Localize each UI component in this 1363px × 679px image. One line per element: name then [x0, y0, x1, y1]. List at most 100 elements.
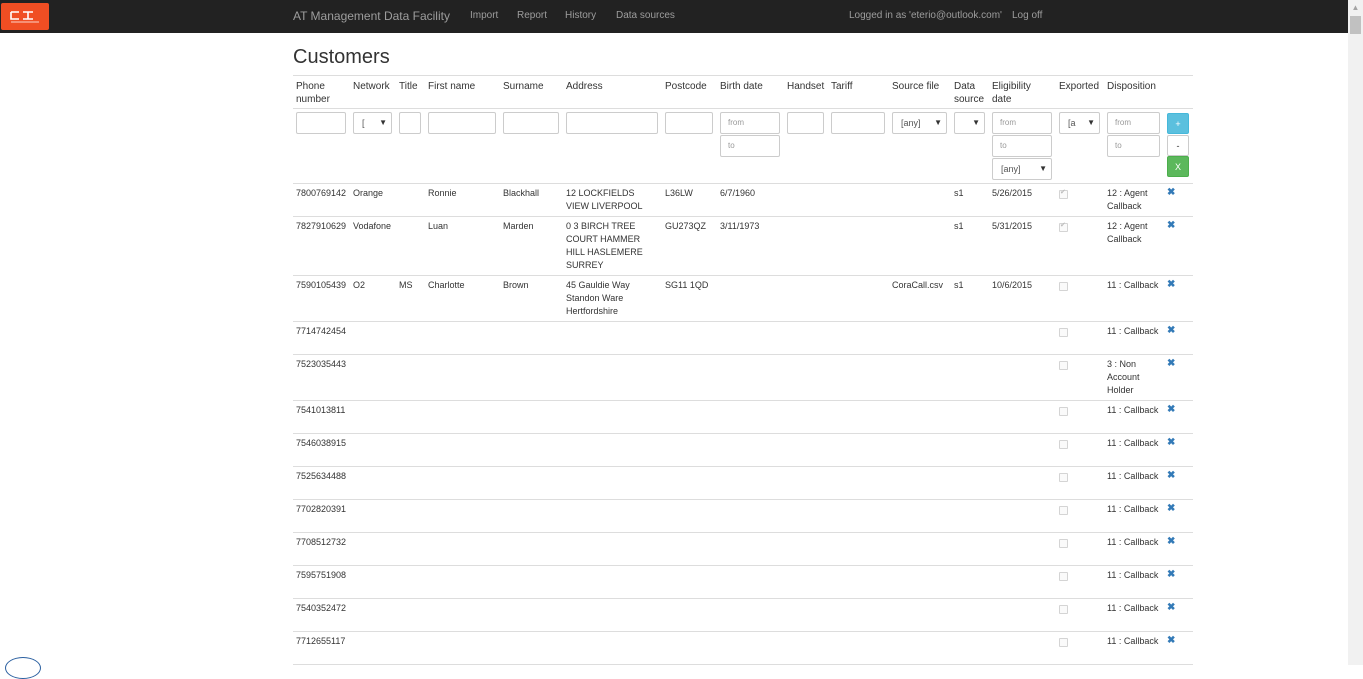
add-button[interactable]: +	[1167, 113, 1189, 134]
filter-birth-from-input[interactable]: from	[720, 112, 780, 134]
remove-icon[interactable]: ✖	[1167, 220, 1175, 231]
vertical-scrollbar[interactable]: ▲	[1348, 0, 1363, 665]
exported-checkbox[interactable]	[1059, 361, 1068, 370]
cell-disposition: 3 : Non Account Holder	[1107, 359, 1140, 395]
col-exported[interactable]: Exported	[1059, 80, 1099, 93]
brand-logo-icon[interactable]	[1, 3, 49, 30]
nav-import[interactable]: Import	[470, 10, 498, 21]
exported-checkbox[interactable]	[1059, 440, 1068, 449]
col-eligibility-date[interactable]: Eligibility date	[992, 80, 1042, 106]
remove-icon[interactable]: ✖	[1167, 279, 1175, 290]
filter-elig-from-input[interactable]: from	[992, 112, 1052, 134]
cell-disposition: 11 : Callback	[1107, 636, 1159, 646]
remove-icon[interactable]: ✖	[1167, 635, 1175, 646]
cell-source-file: CoraCall.csv	[892, 280, 944, 290]
row-divider	[293, 400, 1193, 401]
cell-network: Orange	[353, 188, 384, 198]
filter-tariff-input[interactable]	[831, 112, 885, 134]
exported-checkbox[interactable]	[1059, 473, 1068, 482]
table-top-border	[293, 75, 1193, 76]
row-divider	[293, 275, 1193, 276]
exported-checkbox[interactable]	[1059, 282, 1068, 291]
col-surname[interactable]: Surname	[503, 80, 544, 93]
filter-first-name-input[interactable]	[428, 112, 496, 134]
col-tariff[interactable]: Tariff	[831, 80, 853, 93]
cell-disposition: 11 : Callback	[1107, 537, 1159, 547]
cell-address: 12 LOCKFIELDS VIEW LIVERPOOL	[566, 188, 643, 211]
logoff-link[interactable]: Log off	[1012, 10, 1042, 21]
filter-divider	[293, 183, 1193, 184]
cell-phone: 7546038915	[296, 438, 347, 448]
exported-checkbox[interactable]	[1059, 328, 1068, 337]
col-source-file[interactable]: Source file	[892, 80, 939, 93]
nav-history[interactable]: History	[565, 10, 596, 21]
remove-icon[interactable]: ✖	[1167, 358, 1175, 369]
filter-postcode-input[interactable]	[665, 112, 713, 134]
exported-checkbox[interactable]	[1059, 605, 1068, 614]
cell-birth-date: 3/11/1973	[720, 221, 760, 231]
cell-phone: 7714742454	[296, 326, 347, 336]
remove-icon[interactable]: ✖	[1167, 437, 1175, 448]
filter-disp-from-input[interactable]: from	[1107, 112, 1160, 134]
nav-report[interactable]: Report	[517, 10, 547, 21]
exported-checkbox[interactable]	[1059, 221, 1068, 232]
filter-elig-any-select[interactable]: [any] ▼	[992, 158, 1052, 180]
filter-source-file-select[interactable]: [any] ▼	[892, 112, 947, 134]
exported-checkbox[interactable]	[1059, 572, 1068, 581]
cell-phone: 7590105439	[296, 280, 347, 290]
col-disposition[interactable]: Disposition	[1107, 80, 1156, 93]
clear-filters-button[interactable]: X	[1167, 156, 1189, 177]
remove-icon[interactable]: ✖	[1167, 470, 1175, 481]
exported-checkbox[interactable]	[1059, 188, 1068, 199]
scrollbar-thumb[interactable]	[1350, 16, 1361, 34]
cell-phone: 7540352472	[296, 603, 347, 613]
filter-network-select[interactable]: [▼	[353, 112, 392, 134]
filter-birth-to-input[interactable]: to	[720, 135, 780, 157]
remove-icon[interactable]: ✖	[1167, 503, 1175, 514]
cell-disposition: 11 : Callback	[1107, 570, 1159, 580]
filter-handset-input[interactable]	[787, 112, 824, 134]
col-postcode[interactable]: Postcode	[665, 80, 707, 93]
filter-disp-to-input[interactable]: to	[1107, 135, 1160, 157]
row-divider	[293, 466, 1193, 467]
col-data-source[interactable]: Data source	[954, 80, 990, 106]
col-first-name[interactable]: First name	[428, 80, 475, 93]
col-title[interactable]: Title	[399, 80, 418, 93]
nav-data-sources[interactable]: Data sources	[616, 10, 675, 21]
exported-checkbox[interactable]	[1059, 407, 1068, 416]
exported-checkbox[interactable]	[1059, 506, 1068, 515]
col-handset[interactable]: Handset	[787, 80, 824, 93]
filter-address-input[interactable]	[566, 112, 658, 134]
remove-icon[interactable]: ✖	[1167, 187, 1175, 198]
remove-icon[interactable]: ✖	[1167, 602, 1175, 613]
row-divider	[293, 354, 1193, 355]
cell-phone: 7800769142	[296, 188, 347, 198]
cell-first-name: Ronnie	[428, 188, 457, 198]
remove-icon[interactable]: ✖	[1167, 569, 1175, 580]
row-divider	[293, 433, 1193, 434]
filter-phone-input[interactable]	[296, 112, 346, 134]
filter-title-input[interactable]	[399, 112, 421, 134]
filter-surname-input[interactable]	[503, 112, 559, 134]
collapse-button[interactable]: -	[1167, 135, 1189, 156]
filter-elig-to-input[interactable]: to	[992, 135, 1052, 157]
filter-data-source-select[interactable]: ▼	[954, 112, 985, 134]
col-network[interactable]: Network	[353, 80, 390, 93]
remove-icon[interactable]: ✖	[1167, 536, 1175, 547]
remove-icon[interactable]: ✖	[1167, 325, 1175, 336]
elig-any-select-value: [any]	[1001, 164, 1021, 174]
col-birth-date[interactable]: Birth date	[720, 80, 763, 93]
cell-eligibility-date: 5/26/2015	[992, 188, 1033, 198]
col-address[interactable]: Address	[566, 80, 603, 93]
filter-exported-select[interactable]: [a ▼	[1059, 112, 1100, 134]
app-title[interactable]: AT Management Data Facility	[293, 9, 450, 23]
exported-checkbox[interactable]	[1059, 638, 1068, 647]
col-phone-number[interactable]: Phone number	[296, 80, 346, 106]
cell-postcode: GU273QZ	[665, 221, 707, 231]
exported-checkbox[interactable]	[1059, 539, 1068, 548]
scroll-up-icon[interactable]: ▲	[1348, 0, 1363, 15]
remove-icon[interactable]: ✖	[1167, 404, 1175, 415]
cell-disposition: 11 : Callback	[1107, 603, 1159, 613]
top-navbar: AT Management Data Facility Import Repor…	[0, 0, 1348, 33]
network-select-value: [	[362, 118, 365, 128]
